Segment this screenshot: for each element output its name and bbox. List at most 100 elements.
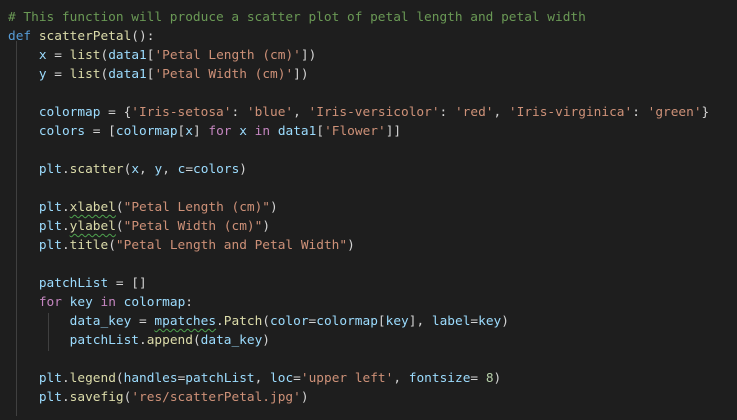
code-line[interactable]: plt.ylabel("Petal Width (cm)") (8, 217, 270, 236)
code-token: colormap (123, 295, 186, 310)
code-token: scatter (69, 162, 124, 177)
code-token: 'blue' (246, 105, 294, 120)
code-token: ) (262, 219, 271, 234)
code-token: ( (115, 200, 124, 215)
code-line[interactable]: patchList = [] (8, 274, 147, 293)
code-token: handles (123, 371, 178, 386)
code-token: : (231, 105, 247, 120)
code-line[interactable]: for key in colormap: (8, 293, 193, 312)
code-line[interactable]: data_key = mpatches.Patch(color = colormap… (8, 312, 509, 331)
code-token: xlabel (69, 200, 116, 215)
code-line[interactable]: patchList.append(data_key) (8, 331, 270, 350)
code-token: , (293, 105, 309, 120)
code-token: = (470, 314, 479, 329)
code-line[interactable]: plt.xlabel("Petal Length (cm)") (8, 198, 278, 217)
code-line[interactable]: x = list(data1['Petal Length (cm)']) (8, 46, 316, 65)
code-line[interactable]: y = list(data1['Petal Width (cm)']) (8, 65, 309, 84)
code-token: = (131, 314, 155, 329)
code-line[interactable]: plt.title("Petal Length and Petal Width"… (8, 236, 355, 255)
code-token: patchList (185, 371, 255, 386)
code-token: for (38, 295, 62, 310)
code-token: colors (38, 124, 86, 139)
code-token: : (439, 105, 455, 120)
code-token: . (61, 200, 70, 215)
code-line[interactable]: plt.scatter(x, y, c=colors) (8, 160, 247, 179)
code-token: ( (115, 219, 124, 234)
code-token: data1 (108, 48, 147, 63)
code-editor[interactable]: # This function will produce a scatter p… (0, 0, 737, 420)
code-token: colormap (38, 105, 101, 120)
code-token: list (69, 48, 101, 63)
code-token: = (46, 67, 70, 82)
code-token: data_key (200, 333, 263, 348)
code-line[interactable]: plt.legend(handles=patchList, loc='upper… (8, 369, 501, 388)
code-token: plt (38, 219, 62, 234)
code-token: . (216, 314, 224, 329)
code-token: x (38, 48, 47, 63)
code-line[interactable]: colormap = {'Iris-setosa': 'blue', 'Iris… (8, 103, 709, 122)
code-token: append (146, 333, 193, 348)
code-token: ( (115, 371, 124, 386)
code-token: , (254, 371, 271, 386)
code-line[interactable]: plt.savefig('res/scatterPetal.jpg') (8, 388, 309, 407)
code-token: ) (262, 333, 271, 348)
code-token: : (632, 105, 648, 120)
code-line[interactable]: # This function will produce a scatter p… (8, 8, 586, 27)
code-token: plt (38, 200, 62, 215)
code-token: . (61, 238, 70, 253)
code-token: plt (38, 162, 62, 177)
code-token: colormap (115, 124, 178, 139)
code-token: ] (192, 124, 209, 139)
code-token: ) (300, 390, 309, 405)
code-token: [ (377, 314, 386, 329)
code-token: . (61, 162, 70, 177)
code-line[interactable]: colors = [colormap[x] for x in data1['Fl… (8, 122, 401, 141)
code-token: , (493, 105, 509, 120)
code-token: ) (347, 238, 355, 253)
code-token: [ (316, 124, 325, 139)
code-token: 'green' (647, 105, 702, 120)
code-line[interactable]: def scatterPetal(): (8, 27, 154, 46)
code-token: colormap (316, 314, 378, 329)
code-token: ) (493, 371, 502, 386)
code-token: ) (270, 200, 278, 215)
code-token: in (100, 295, 116, 310)
code-token: color (270, 314, 309, 329)
code-token: savefig (69, 390, 124, 405)
code-token: x (185, 124, 193, 139)
code-token: # This function will produce a scatter p… (8, 10, 586, 25)
code-token: = { (100, 105, 132, 120)
code-token: fontsize (408, 371, 471, 386)
code-token: ( (192, 333, 201, 348)
code-token: . (138, 333, 147, 348)
code-token: ], (408, 314, 432, 329)
code-token: data1 (108, 67, 147, 82)
code-token: . (61, 390, 70, 405)
code-token: Patch (223, 314, 263, 329)
code-token: legend (69, 371, 116, 386)
code-token: data_key (69, 314, 132, 329)
code-token: in (254, 124, 271, 139)
code-token: = (46, 48, 70, 63)
code-token: 8 (485, 371, 494, 386)
code-token: plt (38, 238, 62, 253)
code-token: 'Iris-virginica' (508, 105, 633, 120)
code-token: "Petal Width (cm)" (123, 219, 263, 234)
code-token: "Petal Length and Petal Width" (115, 238, 348, 253)
code-token: 'Petal Width (cm)' (154, 67, 294, 82)
code-token: x (239, 124, 247, 139)
code-token: key (478, 314, 502, 329)
code-token: def (8, 29, 32, 44)
code-token: , (162, 162, 178, 177)
code-token: colors (193, 162, 240, 177)
code-token: = (470, 371, 486, 386)
